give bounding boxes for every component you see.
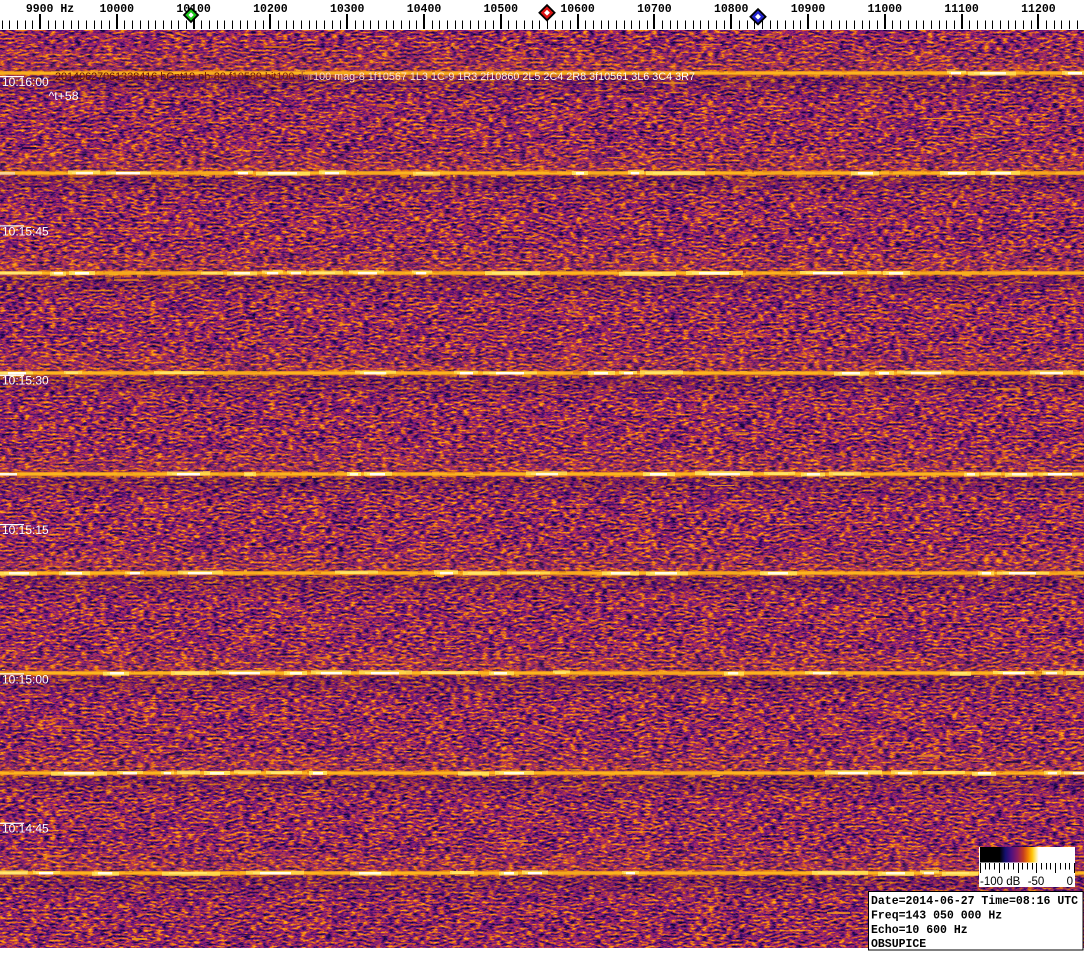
svg-text:11100: 11100 xyxy=(944,3,979,16)
svg-text:10:15:30: 10:15:30 xyxy=(2,374,49,388)
svg-text:-100 dB: -100 dB xyxy=(980,876,1021,888)
svg-text:OBSUPICE: OBSUPICE xyxy=(871,938,926,951)
svg-text:10200: 10200 xyxy=(253,3,288,16)
svg-text:-50: -50 xyxy=(1028,876,1045,888)
svg-text:20140627061338416 hCnt19 nb-80: 20140627061338416 hCnt19 nb-80 f10589 hi… xyxy=(55,71,695,83)
svg-text:10800: 10800 xyxy=(714,3,749,16)
svg-text:11200: 11200 xyxy=(1021,3,1056,16)
svg-text:10300: 10300 xyxy=(330,3,365,16)
svg-text:10400: 10400 xyxy=(407,3,442,16)
svg-text:9900 Hz: 9900 Hz xyxy=(26,3,74,16)
svg-text:0: 0 xyxy=(1067,876,1073,888)
svg-text:Freq=143 050 000 Hz: Freq=143 050 000 Hz xyxy=(871,909,1002,922)
svg-text:10900: 10900 xyxy=(791,3,826,16)
svg-text:Echo=10 600 Hz: Echo=10 600 Hz xyxy=(871,924,968,937)
svg-text:10600: 10600 xyxy=(560,3,595,16)
svg-text:10:15:00: 10:15:00 xyxy=(2,672,49,686)
svg-text:Date=2014-06-27 Time=08:16 UTC: Date=2014-06-27 Time=08:16 UTC xyxy=(871,895,1078,908)
svg-text:10:15:15: 10:15:15 xyxy=(2,523,49,537)
svg-text:10500: 10500 xyxy=(484,3,519,16)
svg-text:11000: 11000 xyxy=(868,3,903,16)
svg-text:10700: 10700 xyxy=(637,3,672,16)
svg-text:10:15:45: 10:15:45 xyxy=(2,224,49,238)
svg-text:10:14:45: 10:14:45 xyxy=(2,822,49,836)
svg-text:10000: 10000 xyxy=(100,3,135,16)
svg-text:10:16:00: 10:16:00 xyxy=(2,75,49,89)
svg-text:^t+58: ^t+58 xyxy=(49,89,79,103)
